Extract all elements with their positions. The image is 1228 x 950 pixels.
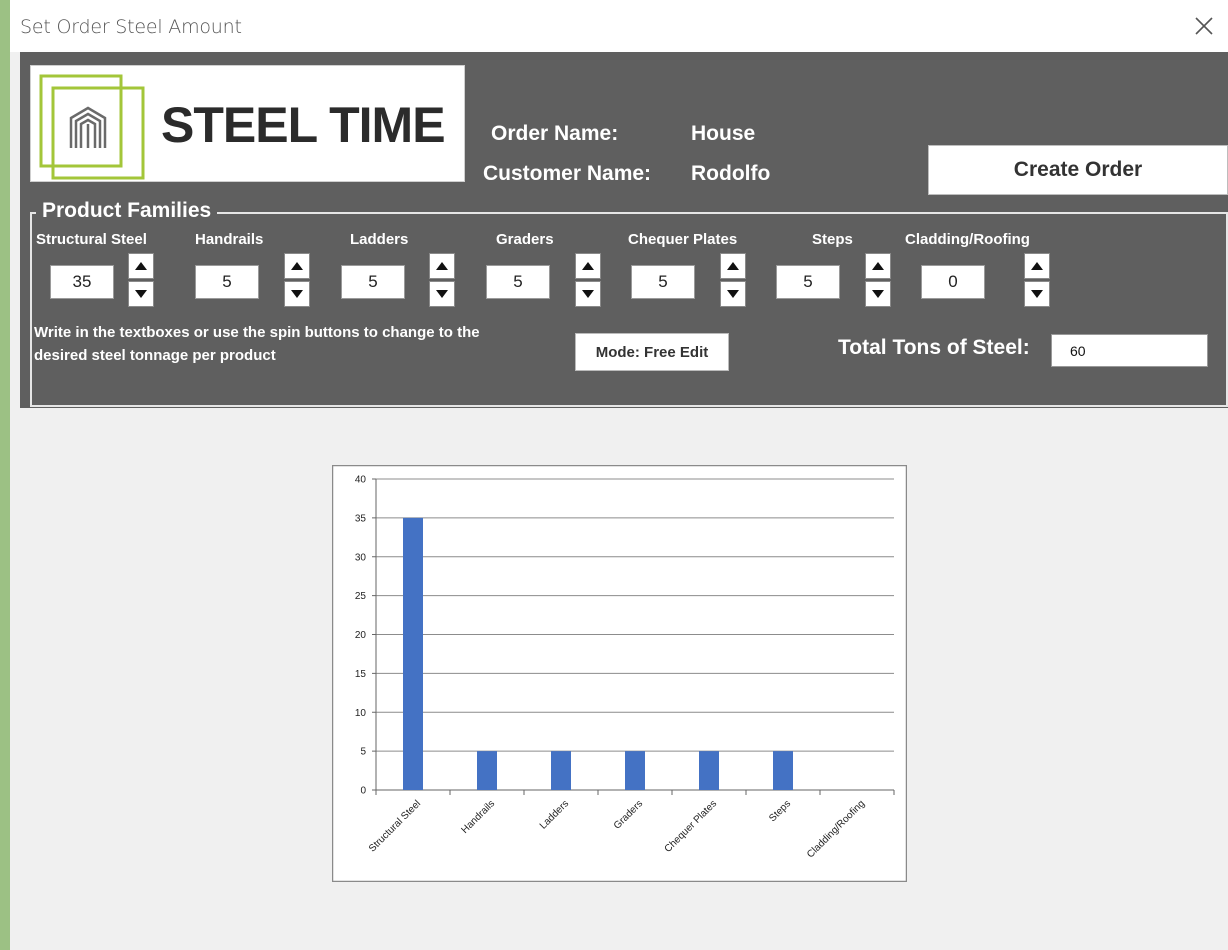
spin-up-button[interactable] bbox=[720, 253, 746, 279]
steps-input[interactable] bbox=[776, 265, 840, 299]
bar-structural-steel bbox=[403, 517, 423, 790]
bar-ladders bbox=[551, 751, 571, 790]
order-panel: STEEL TIME Order Name: House Customer Na… bbox=[20, 52, 1228, 408]
create-order-button[interactable]: Create Order bbox=[928, 145, 1228, 195]
order-name-value: House bbox=[691, 122, 756, 145]
arrow-up-icon bbox=[291, 262, 303, 270]
y-tick-label: 30 bbox=[355, 552, 367, 563]
chequer-plates-input[interactable] bbox=[631, 265, 695, 299]
mode-toggle-button[interactable]: Mode: Free Edit bbox=[575, 333, 729, 371]
ladders-input[interactable] bbox=[341, 265, 405, 299]
bar-graders bbox=[625, 751, 645, 790]
y-tick-label: 5 bbox=[360, 747, 366, 758]
handrails-spin bbox=[284, 253, 310, 307]
spin-up-button[interactable] bbox=[1024, 253, 1050, 279]
cladding-roofing-input[interactable] bbox=[921, 265, 985, 299]
arrow-up-icon bbox=[436, 262, 448, 270]
spin-up-button[interactable] bbox=[865, 253, 891, 279]
spin-up-button[interactable] bbox=[575, 253, 601, 279]
family-label-ladders: Ladders bbox=[350, 231, 409, 248]
y-tick-label: 0 bbox=[360, 786, 366, 797]
window-title: Set Order Steel Amount bbox=[20, 16, 242, 38]
arrow-down-icon bbox=[291, 290, 303, 298]
spin-down-button[interactable] bbox=[865, 281, 891, 307]
graders-spin bbox=[575, 253, 601, 307]
logo-text: STEEL TIME bbox=[161, 97, 446, 153]
spin-up-button[interactable] bbox=[429, 253, 455, 279]
y-tick-label: 10 bbox=[355, 708, 367, 719]
spin-down-button[interactable] bbox=[720, 281, 746, 307]
spin-down-button[interactable] bbox=[429, 281, 455, 307]
arrow-up-icon bbox=[1031, 262, 1043, 270]
arrow-down-icon bbox=[436, 290, 448, 298]
customer-name-value: Rodolfo bbox=[691, 162, 771, 185]
bar-steps bbox=[773, 751, 793, 790]
y-tick-label: 40 bbox=[355, 475, 367, 486]
arrow-up-icon bbox=[135, 262, 147, 270]
bar-chart: 0510152025303540Structural Steel Handrail… bbox=[332, 465, 907, 882]
y-tick-label: 25 bbox=[355, 591, 367, 602]
family-label-cladding-roofing: Cladding/Roofing bbox=[905, 231, 1030, 248]
y-tick-label: 15 bbox=[355, 669, 367, 680]
close-button[interactable] bbox=[1186, 8, 1222, 44]
company-logo: STEEL TIME bbox=[30, 65, 465, 182]
total-tons-label: Total Tons of Steel: bbox=[838, 336, 1030, 359]
bar-chequer-plates bbox=[699, 751, 719, 790]
arrow-down-icon bbox=[727, 290, 739, 298]
family-label-steps: Steps bbox=[812, 231, 853, 248]
arrow-down-icon bbox=[872, 290, 884, 298]
handrails-input[interactable] bbox=[195, 265, 259, 299]
dialog-window: Set Order Steel Amount STEEL TIME Order … bbox=[10, 0, 1228, 950]
structural-steel-spin bbox=[128, 253, 154, 307]
spin-down-button[interactable] bbox=[284, 281, 310, 307]
steel-chart: 0 5 10 15 20 25 30 35 40 Structural Steel Handrail… bbox=[332, 465, 907, 882]
bar-handrails bbox=[477, 751, 497, 790]
total-tons-input[interactable] bbox=[1051, 334, 1208, 367]
spin-up-button[interactable] bbox=[284, 253, 310, 279]
spin-down-button[interactable] bbox=[1024, 281, 1050, 307]
customer-name-label: Customer Name: bbox=[483, 162, 652, 185]
title-bar: Set Order Steel Amount bbox=[10, 0, 1228, 52]
arrow-down-icon bbox=[1031, 290, 1043, 298]
family-label-graders: Graders bbox=[496, 231, 554, 248]
arrow-down-icon bbox=[135, 290, 147, 298]
logo-mark-icon bbox=[39, 74, 145, 180]
steps-spin bbox=[865, 253, 891, 307]
arrow-up-icon bbox=[872, 262, 884, 270]
graders-input[interactable] bbox=[486, 265, 550, 299]
family-label-chequer-plates: Chequer Plates bbox=[628, 231, 738, 248]
spin-down-button[interactable] bbox=[128, 281, 154, 307]
y-tick-label: 35 bbox=[355, 513, 367, 524]
spin-down-button[interactable] bbox=[575, 281, 601, 307]
close-icon bbox=[1195, 17, 1213, 35]
order-name-label: Order Name: bbox=[491, 122, 619, 145]
cladding-roofing-spin bbox=[1024, 253, 1050, 307]
arrow-up-icon bbox=[727, 262, 739, 270]
spin-up-button[interactable] bbox=[128, 253, 154, 279]
arrow-up-icon bbox=[582, 262, 594, 270]
family-label-handrails: Handrails bbox=[195, 231, 264, 248]
arrow-down-icon bbox=[582, 290, 594, 298]
instruction-text: Write in the textboxes or use the spin b… bbox=[34, 324, 480, 364]
y-tick-label: 20 bbox=[355, 630, 367, 641]
family-label-structural-steel: Structural Steel bbox=[36, 231, 147, 248]
structural-steel-input[interactable] bbox=[50, 265, 114, 299]
product-families-title: Product Families bbox=[36, 199, 218, 223]
ladders-spin bbox=[429, 253, 455, 307]
chequer-plates-spin bbox=[720, 253, 746, 307]
